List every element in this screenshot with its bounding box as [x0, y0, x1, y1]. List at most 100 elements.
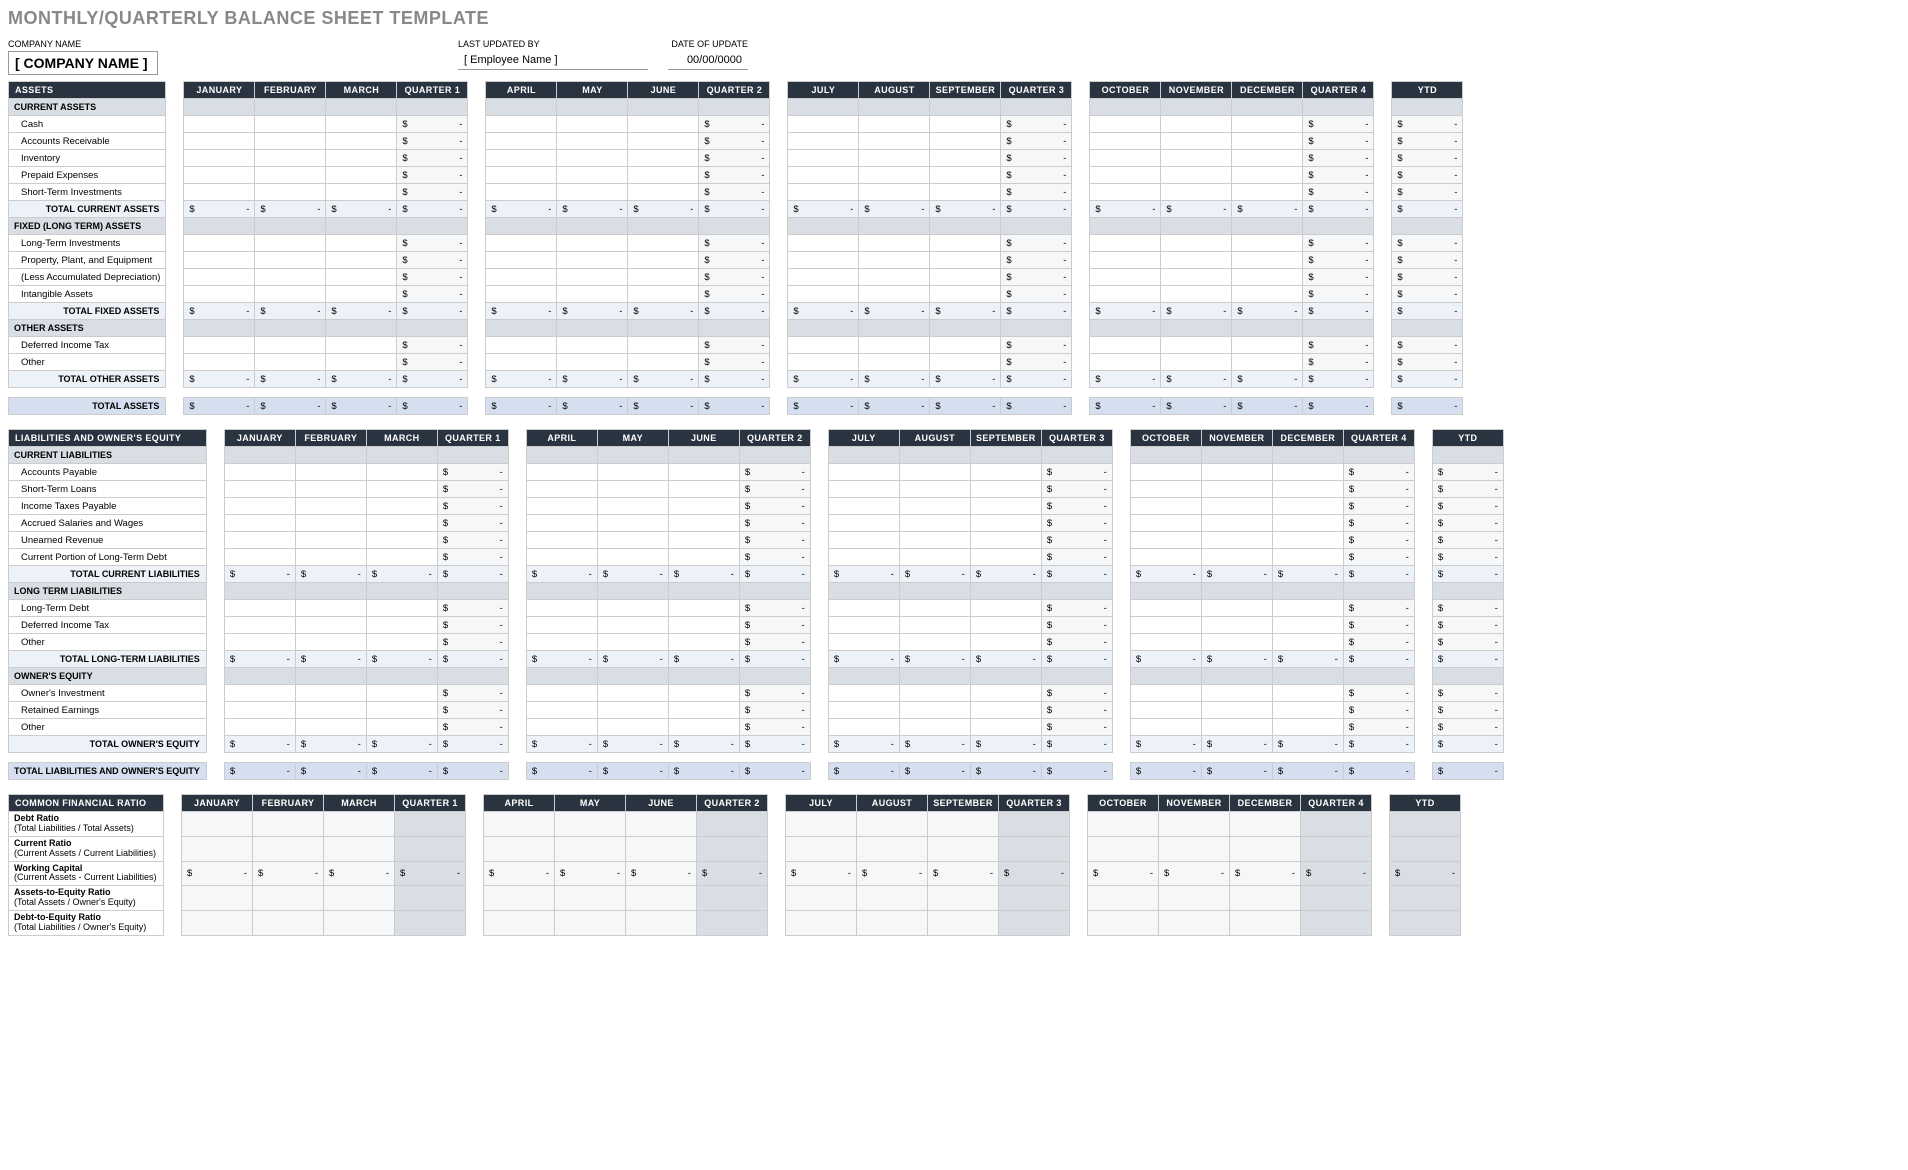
money-cell[interactable]: $-	[1001, 150, 1072, 167]
money-cell[interactable]: $-	[1432, 685, 1503, 702]
empty-cell[interactable]	[184, 116, 255, 133]
empty-cell[interactable]	[828, 464, 899, 481]
empty-cell[interactable]	[1272, 464, 1343, 481]
empty-cell[interactable]	[1001, 320, 1072, 337]
empty-cell[interactable]	[557, 235, 628, 252]
money-cell[interactable]: $-	[739, 600, 810, 617]
empty-cell[interactable]	[1201, 685, 1272, 702]
money-cell[interactable]: $-	[699, 201, 770, 218]
empty-cell[interactable]	[1090, 320, 1161, 337]
empty-cell[interactable]	[557, 133, 628, 150]
empty-cell[interactable]	[1161, 269, 1232, 286]
money-cell[interactable]: $-	[668, 736, 739, 753]
empty-cell[interactable]	[857, 812, 928, 837]
empty-cell[interactable]	[668, 634, 739, 651]
money-cell[interactable]: $-	[699, 167, 770, 184]
empty-cell[interactable]	[184, 337, 255, 354]
money-cell[interactable]: $-	[1303, 133, 1374, 150]
empty-cell[interactable]	[899, 685, 970, 702]
empty-cell[interactable]	[557, 286, 628, 303]
empty-cell[interactable]	[1232, 167, 1303, 184]
money-cell[interactable]: $-	[1041, 481, 1112, 498]
empty-cell[interactable]	[1130, 549, 1201, 566]
empty-cell[interactable]	[253, 886, 324, 911]
empty-cell[interactable]	[930, 235, 1001, 252]
empty-cell[interactable]	[828, 583, 899, 600]
money-cell[interactable]: $-	[930, 371, 1001, 388]
empty-cell[interactable]	[1161, 337, 1232, 354]
money-cell[interactable]: $-	[828, 651, 899, 668]
money-cell[interactable]: $-	[184, 303, 255, 320]
empty-cell[interactable]	[1041, 447, 1112, 464]
empty-cell[interactable]	[699, 218, 770, 235]
empty-cell[interactable]	[668, 702, 739, 719]
empty-cell[interactable]	[970, 617, 1041, 634]
money-cell[interactable]: $-	[1041, 515, 1112, 532]
empty-cell[interactable]	[788, 354, 859, 371]
money-cell[interactable]: $-	[1303, 167, 1374, 184]
empty-cell[interactable]	[486, 235, 557, 252]
money-cell[interactable]: $-	[1272, 651, 1343, 668]
empty-cell[interactable]	[930, 252, 1001, 269]
empty-cell[interactable]	[1130, 685, 1201, 702]
money-cell[interactable]: $-	[739, 481, 810, 498]
money-cell[interactable]: $-	[1161, 201, 1232, 218]
empty-cell[interactable]	[999, 836, 1070, 861]
money-cell[interactable]: $-	[366, 736, 437, 753]
money-cell[interactable]: $-	[366, 651, 437, 668]
empty-cell[interactable]	[628, 354, 699, 371]
empty-cell[interactable]	[697, 911, 768, 936]
money-cell[interactable]: $-	[739, 702, 810, 719]
money-cell[interactable]: $-	[1130, 763, 1201, 780]
empty-cell[interactable]	[1301, 911, 1372, 936]
empty-cell[interactable]	[699, 320, 770, 337]
empty-cell[interactable]	[526, 668, 597, 685]
money-cell[interactable]: $-	[184, 398, 255, 415]
money-cell[interactable]: $-	[626, 861, 697, 886]
empty-cell[interactable]	[1090, 354, 1161, 371]
money-cell[interactable]: $-	[899, 566, 970, 583]
empty-cell[interactable]	[1041, 583, 1112, 600]
empty-cell[interactable]	[970, 447, 1041, 464]
empty-cell[interactable]	[1432, 583, 1503, 600]
money-cell[interactable]: $-	[1001, 303, 1072, 320]
empty-cell[interactable]	[899, 600, 970, 617]
empty-cell[interactable]	[1161, 116, 1232, 133]
money-cell[interactable]: $-	[928, 861, 999, 886]
empty-cell[interactable]	[437, 668, 508, 685]
empty-cell[interactable]	[859, 218, 930, 235]
empty-cell[interactable]	[555, 812, 626, 837]
empty-cell[interactable]	[970, 719, 1041, 736]
empty-cell[interactable]	[326, 235, 397, 252]
empty-cell[interactable]	[628, 252, 699, 269]
empty-cell[interactable]	[326, 99, 397, 116]
money-cell[interactable]: $-	[1303, 337, 1374, 354]
money-cell[interactable]: $-	[255, 398, 326, 415]
money-cell[interactable]: $-	[437, 549, 508, 566]
empty-cell[interactable]	[1201, 719, 1272, 736]
empty-cell[interactable]	[526, 617, 597, 634]
empty-cell[interactable]	[828, 498, 899, 515]
empty-cell[interactable]	[366, 583, 437, 600]
money-cell[interactable]: $-	[526, 566, 597, 583]
empty-cell[interactable]	[1090, 218, 1161, 235]
empty-cell[interactable]	[184, 150, 255, 167]
empty-cell[interactable]	[626, 812, 697, 837]
updated-by-value[interactable]: [ Employee Name ]	[458, 51, 648, 70]
money-cell[interactable]: $-	[437, 719, 508, 736]
empty-cell[interactable]	[1390, 812, 1461, 837]
money-cell[interactable]: $-	[1232, 398, 1303, 415]
empty-cell[interactable]	[828, 600, 899, 617]
empty-cell[interactable]	[739, 668, 810, 685]
empty-cell[interactable]	[1303, 218, 1374, 235]
money-cell[interactable]: $-	[1392, 398, 1463, 415]
money-cell[interactable]: $-	[668, 763, 739, 780]
empty-cell[interactable]	[1232, 269, 1303, 286]
empty-cell[interactable]	[859, 167, 930, 184]
empty-cell[interactable]	[1392, 99, 1463, 116]
money-cell[interactable]: $-	[930, 303, 1001, 320]
empty-cell[interactable]	[859, 99, 930, 116]
money-cell[interactable]: $-	[970, 651, 1041, 668]
empty-cell[interactable]	[295, 498, 366, 515]
empty-cell[interactable]	[557, 320, 628, 337]
